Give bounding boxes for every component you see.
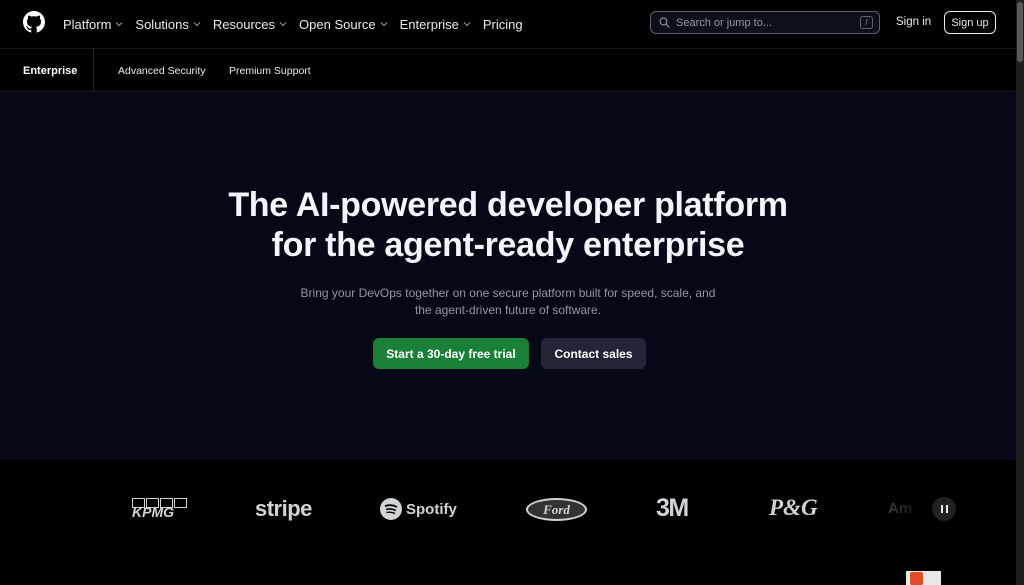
logos-fade-edge	[870, 460, 930, 560]
contact-sales-button[interactable]: Contact sales	[541, 338, 646, 369]
stripe-logo: stripe	[255, 496, 312, 521]
hero-subtitle: Bring your DevOps together on one secure…	[0, 285, 1016, 319]
subnav-divider	[93, 49, 94, 92]
hero-title-line-1: The AI-powered developer platform	[228, 186, 788, 224]
pause-icon-bar-left	[940, 505, 943, 513]
hero-section: The AI-powered developer platform for th…	[0, 92, 1016, 460]
chevron-down-icon	[193, 22, 201, 27]
subnav-advanced-security[interactable]: Advanced Security	[118, 65, 206, 77]
nav-pricing-label: Pricing	[482, 16, 523, 32]
spotify-logo: Spotify	[380, 498, 457, 520]
top-navigation: Platform Solutions Resources Open Source…	[0, 0, 1016, 48]
chevron-down-icon	[279, 22, 287, 27]
search-placeholder: Search or jump to...	[676, 16, 772, 29]
nav-open-source[interactable]: Open Source	[299, 17, 388, 32]
nav-resources-label: Resources	[212, 16, 276, 32]
hero-subtitle-line-1: Bring your DevOps together on one secure…	[300, 286, 716, 300]
nav-enterprise-label: Enterprise	[399, 16, 459, 32]
nav-platform-label: Platform	[63, 16, 112, 32]
nav-platform[interactable]: Platform	[63, 17, 123, 32]
pause-icon-bar-right	[945, 505, 948, 513]
main-nav: Platform Solutions Resources Open Source…	[63, 0, 535, 48]
3m-logo: 3M	[656, 494, 689, 522]
carousel-pause-button[interactable]	[932, 497, 956, 521]
github-logo-icon[interactable]	[23, 11, 45, 33]
spotify-icon	[380, 498, 402, 520]
browser-extension-badge[interactable]	[906, 571, 941, 585]
extension-icon	[910, 572, 923, 585]
nav-resources[interactable]: Resources	[213, 17, 287, 32]
nav-solutions-label: Solutions	[135, 16, 189, 32]
subnav-title[interactable]: Enterprise	[23, 65, 77, 77]
chevron-down-icon	[463, 22, 471, 27]
sign-in-link[interactable]: Sign in	[896, 16, 931, 28]
spotify-logo-text: Spotify	[406, 500, 457, 518]
sign-up-button[interactable]: Sign up	[944, 11, 996, 34]
enterprise-subnav: Enterprise Advanced Security Premium Sup…	[0, 48, 1016, 92]
hero-subtitle-line-2: the agent-driven future of software.	[414, 303, 602, 317]
hero-title-line-2: for the agent-ready enterprise	[271, 226, 745, 264]
nav-enterprise[interactable]: Enterprise	[400, 17, 471, 32]
scrollbar-thumb[interactable]	[1017, 2, 1023, 62]
search-shortcut-key: /	[860, 16, 873, 29]
search-icon	[659, 17, 670, 28]
hero-title: The AI-powered developer platform for th…	[0, 185, 1016, 265]
nav-open-source-label: Open Source	[299, 16, 376, 32]
chevron-down-icon	[380, 22, 388, 27]
page: Platform Solutions Resources Open Source…	[0, 0, 1024, 585]
kpmg-logo: KPMG	[132, 498, 188, 520]
nav-solutions[interactable]: Solutions	[135, 16, 201, 32]
start-free-trial-button[interactable]: Start a 30-day free trial	[373, 338, 529, 369]
search-input[interactable]: Search or jump to... /	[650, 11, 880, 34]
nav-pricing[interactable]: Pricing	[483, 17, 523, 32]
pg-logo: P&G	[769, 495, 818, 520]
ford-logo-text: Ford	[543, 501, 570, 517]
ford-logo: Ford	[526, 498, 587, 521]
chevron-down-icon	[116, 22, 123, 27]
customer-logos-strip: KPMG stripe Spotify Ford 3M P&G Am	[0, 460, 1016, 585]
subnav-premium-support[interactable]: Premium Support	[229, 65, 311, 77]
vertical-scrollbar[interactable]	[1016, 0, 1024, 585]
